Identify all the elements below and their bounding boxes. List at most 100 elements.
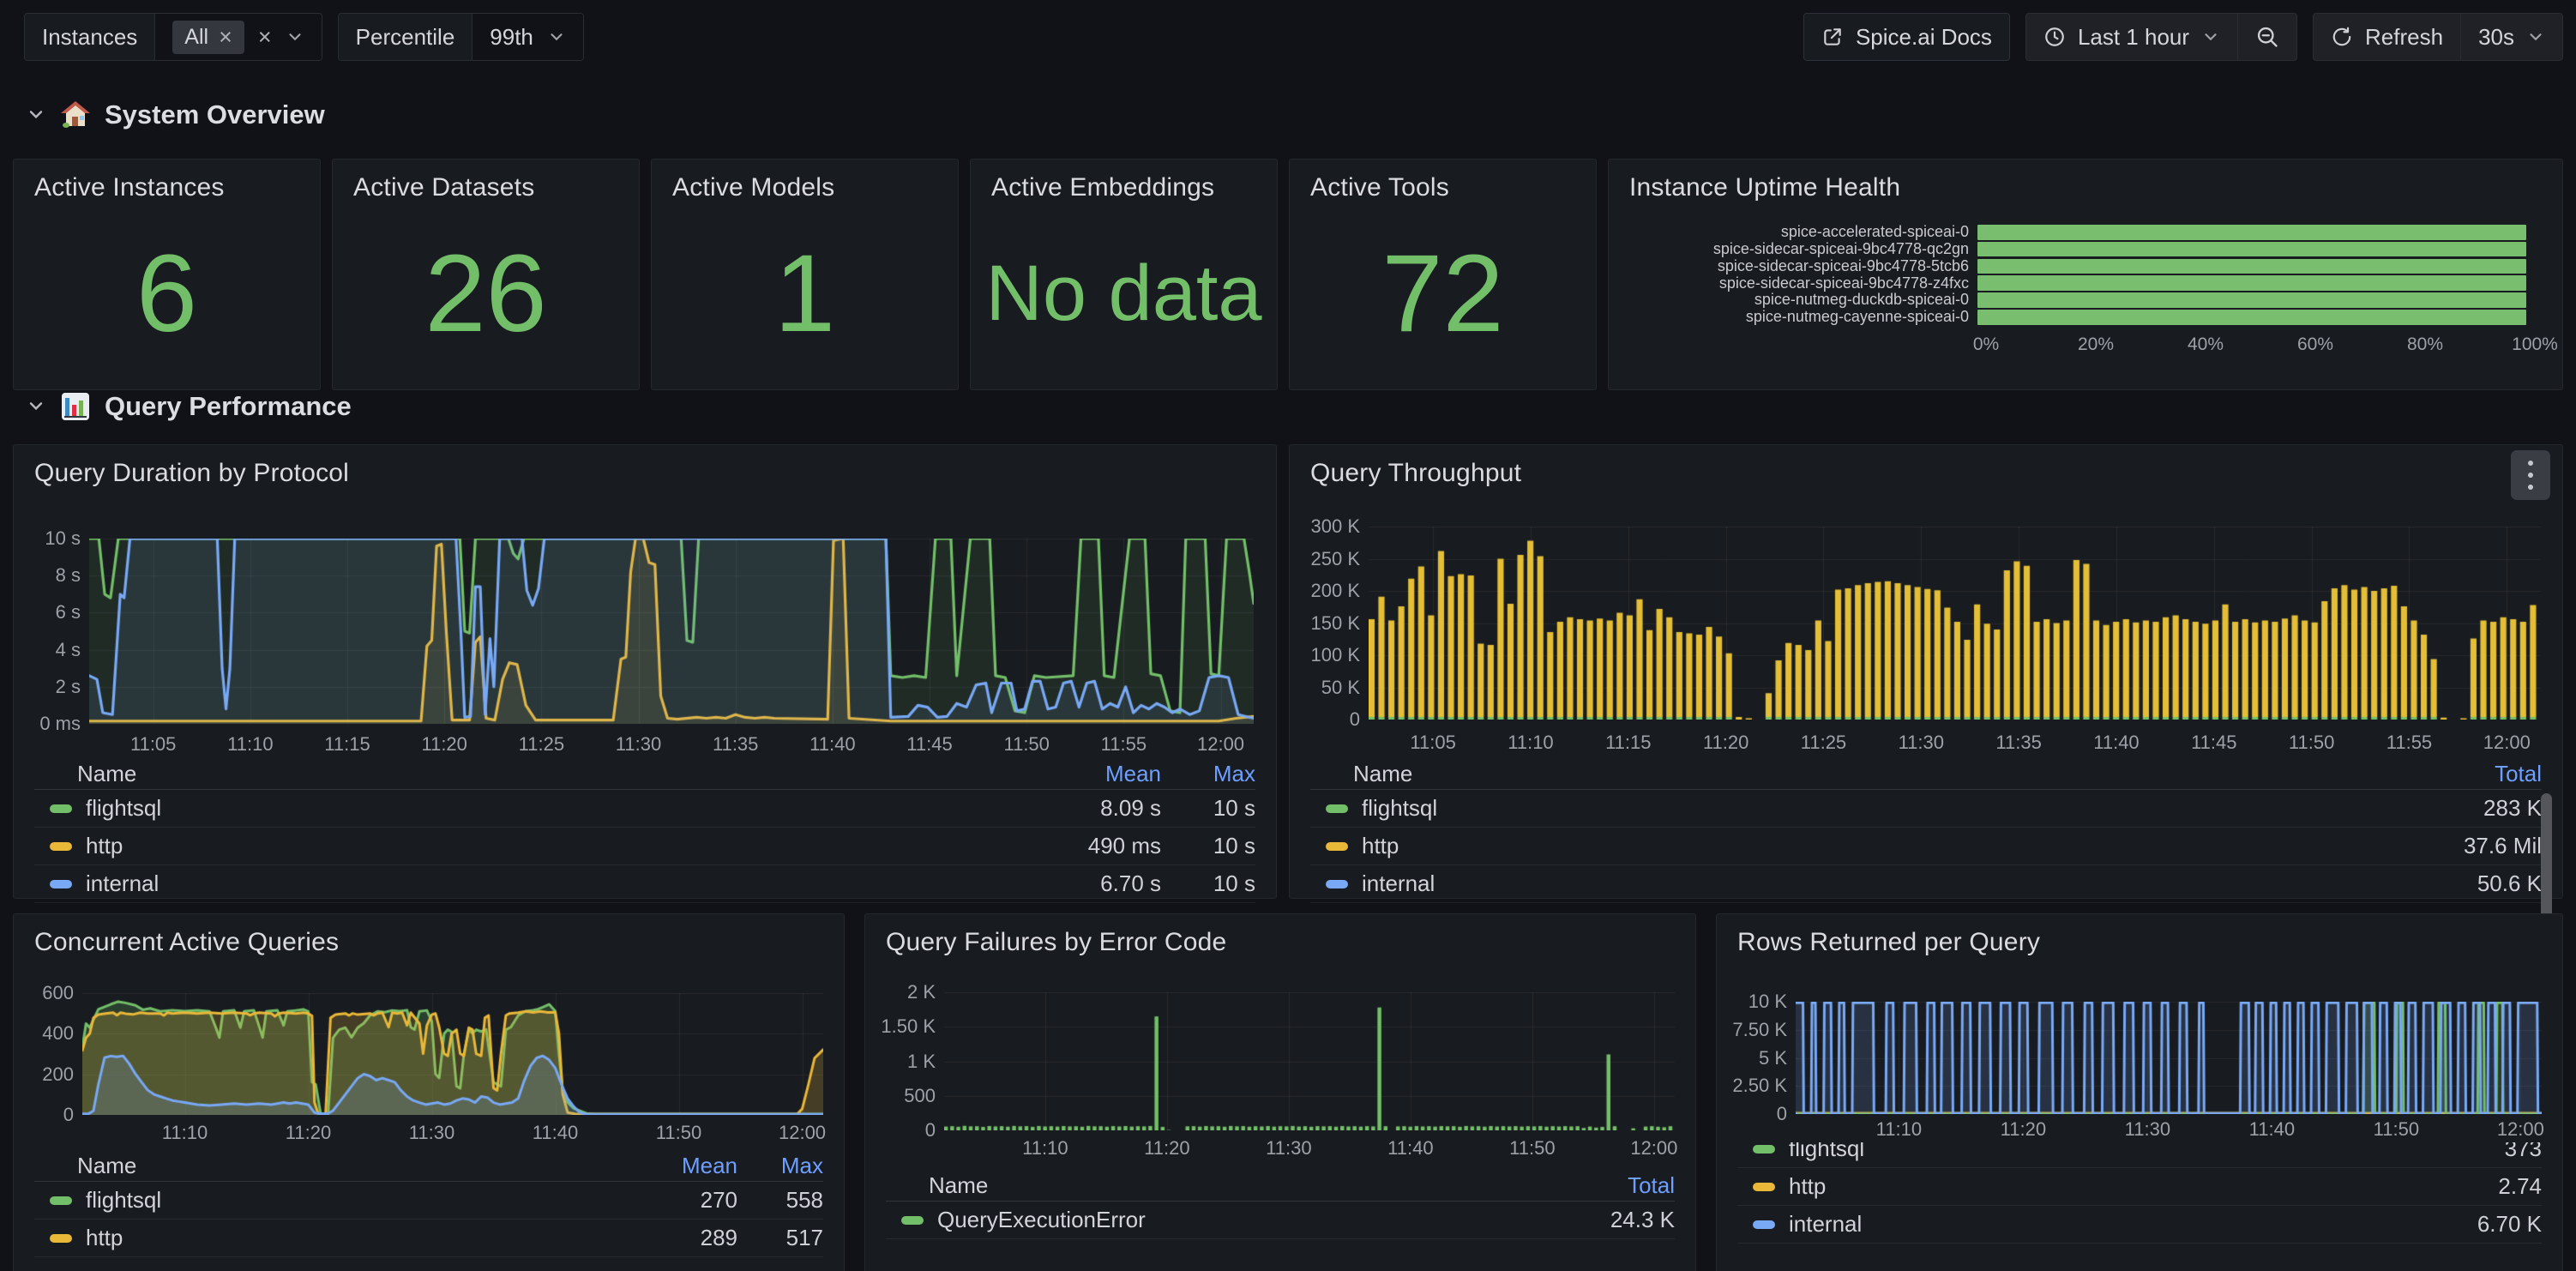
legend-column-header[interactable]: Name — [77, 1153, 626, 1179]
chart-legend: NameMeanMaxflightsql270558http289517 — [34, 1151, 823, 1257]
series-color-chip[interactable] — [901, 1216, 924, 1225]
panel-title[interactable]: Active Embeddings — [991, 173, 1214, 202]
legend-series-name[interactable]: internal — [1753, 1211, 2387, 1238]
x-axis-tick-label: 11:20 — [286, 1122, 331, 1144]
section-title: System Overview — [105, 99, 325, 130]
legend-series-name[interactable]: QueryExecutionError — [901, 1207, 1520, 1233]
panel-title[interactable]: Active Tools — [1310, 173, 1449, 202]
x-axis-tick-label: 11:40 — [2249, 1118, 2295, 1141]
legend-series-name[interactable]: http — [1326, 833, 2387, 859]
panel-menu-kebab-icon[interactable] — [2511, 450, 2550, 500]
chart-plot-area[interactable] — [89, 539, 1254, 724]
uptime-axis-tick-label: 100% — [2512, 334, 2558, 355]
spice-docs-button[interactable]: Spice.ai Docs — [1803, 13, 2010, 61]
uptime-instance-label: spice-sidecar-spiceai-9bc4778-5tcb6 — [1609, 257, 1977, 275]
y-axis-tick-label: 5 K — [1724, 1047, 1787, 1069]
legend-series-name[interactable]: internal — [1326, 870, 2387, 897]
chart-legend: flightsql373http2.74internal6.70 K — [1737, 1142, 2542, 1271]
legend-series-name[interactable]: http — [50, 1225, 626, 1251]
x-axis-tick-label: 11:30 — [1899, 732, 1944, 754]
legend-column-header[interactable]: Name — [1353, 761, 2387, 787]
legend-series-name[interactable]: flightsql — [1326, 795, 2387, 822]
legend-row: internal50.6 K — [1310, 865, 2542, 903]
time-range-button[interactable]: Last 1 hour — [2026, 14, 2237, 60]
panel-title[interactable]: Active Models — [672, 173, 834, 202]
section-query-performance[interactable]: Query Performance — [26, 391, 352, 422]
stat-value: 72 — [1381, 231, 1503, 357]
remove-value-icon[interactable]: × — [219, 26, 232, 49]
chevron-down-icon[interactable] — [547, 27, 566, 46]
x-axis-tick-label: 11:30 — [409, 1122, 454, 1144]
legend-series-name[interactable]: flightsql — [50, 1187, 626, 1214]
panel-title[interactable]: Active Datasets — [353, 173, 534, 202]
percentile-value-dropdown[interactable]: 99th — [472, 14, 583, 60]
series-color-chip[interactable] — [50, 842, 72, 851]
uptime-instance-label: spice-sidecar-spiceai-9bc4778-qc2gn — [1609, 240, 1977, 258]
legend-column-header[interactable]: Max — [1161, 761, 1255, 787]
instances-selected-chip[interactable]: All × — [172, 21, 244, 54]
chart-plot-area[interactable] — [1369, 527, 2540, 720]
legend-column-header[interactable]: Name — [929, 1172, 1520, 1199]
legend-series-name[interactable]: flightsql — [1753, 1142, 2387, 1162]
legend-series-name[interactable]: http — [1753, 1173, 2387, 1200]
legend-series-name[interactable]: flightsql — [50, 795, 1015, 822]
series-color-chip[interactable] — [50, 1234, 72, 1243]
panel-rows-returned: Rows Returned per Query flightsql373http… — [1716, 913, 2563, 1271]
refresh-button[interactable]: Refresh — [2314, 14, 2460, 60]
panel-title[interactable]: Query Failures by Error Code — [886, 928, 1226, 957]
panel-title[interactable]: Instance Uptime Health — [1629, 173, 1900, 202]
legend-column-header[interactable]: Mean — [626, 1153, 737, 1179]
y-axis-tick-label: 0 — [1724, 1103, 1787, 1125]
legend-column-header[interactable]: Mean — [1015, 761, 1161, 787]
section-system-overview[interactable]: System Overview — [26, 99, 325, 130]
legend-column-header[interactable]: Max — [737, 1153, 823, 1179]
series-color-chip[interactable] — [1326, 842, 1348, 851]
series-color-chip[interactable] — [50, 880, 72, 888]
panel-title[interactable]: Concurrent Active Queries — [34, 928, 339, 957]
clear-selection-icon[interactable]: × — [258, 26, 272, 49]
panel-title[interactable]: Query Duration by Protocol — [34, 459, 349, 488]
series-color-chip[interactable] — [50, 804, 72, 813]
series-color-chip[interactable] — [1753, 1183, 1775, 1191]
percentile-variable-control: Percentile 99th — [338, 13, 584, 61]
panel-title[interactable]: Rows Returned per Query — [1737, 928, 2040, 957]
zoom-out-button[interactable] — [2237, 14, 2296, 60]
legend-column-header[interactable]: Total — [2387, 761, 2542, 787]
legend-row: internal6.70 K — [1737, 1206, 2542, 1244]
x-axis-tick-label: 11:10 — [162, 1122, 208, 1144]
legend-column-header[interactable]: Name — [77, 761, 1015, 787]
series-color-chip[interactable] — [1753, 1145, 1775, 1154]
chart-plot-area[interactable] — [1796, 1002, 2542, 1114]
legend-column-header[interactable]: Total — [1520, 1172, 1675, 1199]
legend-series-name[interactable]: internal — [50, 870, 1015, 897]
legend-series-name[interactable]: http — [50, 833, 1015, 859]
panel-instance-uptime-health: Instance Uptime Health spice-accelerated… — [1608, 159, 2563, 390]
uptime-axis-tick-label: 60% — [2297, 334, 2333, 355]
uptime-bar-track — [1977, 259, 2526, 274]
x-axis-tick-label: 11:10 — [227, 733, 273, 756]
chart-plot-area[interactable] — [944, 992, 1675, 1130]
x-axis-tick-label: 11:10 — [1022, 1137, 1068, 1160]
uptime-instance-label: spice-nutmeg-duckdb-spiceai-0 — [1609, 291, 1977, 309]
series-color-chip[interactable] — [50, 1196, 72, 1205]
chart-canvas — [1796, 1002, 2542, 1114]
panel-title[interactable]: Active Instances — [34, 173, 225, 202]
chart-plot-area[interactable] — [82, 993, 823, 1115]
uptime-bar — [1977, 259, 2526, 274]
series-color-chip[interactable] — [1326, 804, 1348, 813]
panel-title[interactable]: Query Throughput — [1310, 459, 1521, 488]
series-color-chip[interactable] — [1753, 1220, 1775, 1229]
chevron-down-icon — [26, 396, 46, 417]
panel-active-instances: Active Instances 6 — [13, 159, 321, 390]
refresh-interval-dropdown[interactable]: 30s — [2460, 14, 2562, 60]
legend-scrollbar[interactable] — [2541, 793, 2552, 924]
series-color-chip[interactable] — [1326, 880, 1348, 888]
y-axis-tick-label: 2 K — [872, 981, 936, 1003]
house-icon — [60, 99, 91, 130]
uptime-axis-tick-label: 40% — [2188, 334, 2224, 355]
chevron-down-icon[interactable] — [286, 27, 304, 46]
panel-active-datasets: Active Datasets 26 — [332, 159, 640, 390]
x-axis-tick-label: 11:50 — [1509, 1137, 1555, 1160]
instances-value-dropdown[interactable]: All × × — [155, 14, 321, 60]
legend-value: 270 — [626, 1187, 737, 1214]
